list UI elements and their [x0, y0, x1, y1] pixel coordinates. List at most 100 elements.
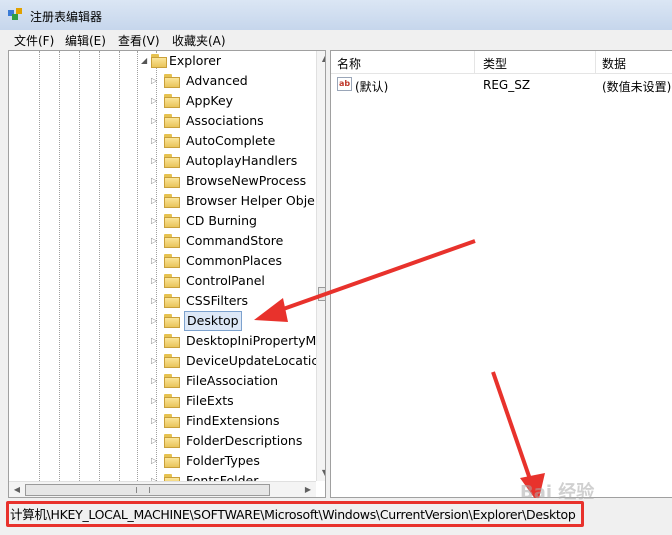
tree-item-cd-burning[interactable]: ▷ CD Burning	[9, 211, 316, 231]
folder-icon	[164, 314, 182, 328]
values-list[interactable]: 名称 类型 数据 ab (默认) REG_SZ (数值未设置)	[330, 50, 672, 498]
scroll-right-icon[interactable]: ▶	[300, 482, 316, 497]
list-header: 名称 类型 数据	[331, 51, 672, 74]
tree-item-label: FileExts	[186, 393, 234, 408]
tree-item-cssfilters[interactable]: ▷ CSSFilters	[9, 291, 316, 311]
expand-icon[interactable]: ▷	[151, 231, 160, 251]
tree-item-autoplayhandlers[interactable]: ▷ AutoplayHandlers	[9, 151, 316, 171]
expand-icon[interactable]: ▷	[151, 351, 160, 371]
expand-icon[interactable]: ▷	[151, 451, 160, 471]
tree-item-label: FindExtensions	[186, 413, 280, 428]
tree-item-browser-helper-obje[interactable]: ▷ Browser Helper Obje	[9, 191, 316, 211]
expand-icon[interactable]: ▷	[151, 291, 160, 311]
expand-icon[interactable]: ▷	[151, 391, 160, 411]
expand-icon[interactable]: ▷	[151, 71, 160, 91]
registry-tree[interactable]: ◢ Explorer ▷ Advanced ▷ AppKey ▷ Associations ▷ A…	[8, 50, 326, 498]
folder-icon	[164, 174, 182, 188]
folder-icon	[164, 74, 182, 88]
tree-item-commandstore[interactable]: ▷ CommandStore	[9, 231, 316, 251]
tree-item-findextensions[interactable]: ▷ FindExtensions	[9, 411, 316, 431]
folder-icon	[164, 414, 182, 428]
value-row-default[interactable]: ab (默认) REG_SZ (数值未设置)	[331, 77, 672, 95]
column-name[interactable]: 名称	[337, 55, 361, 72]
folder-icon	[164, 94, 182, 108]
scroll-up-icon[interactable]: ▲	[317, 51, 325, 67]
tree-item-autocomplete[interactable]: ▷ AutoComplete	[9, 131, 316, 151]
expand-icon[interactable]: ▷	[151, 131, 160, 151]
tree-horizontal-scrollbar[interactable]: ◀ ▶	[9, 481, 316, 497]
folder-icon	[164, 194, 182, 208]
tree-item-desktopinipropertym[interactable]: ▷ DesktopIniPropertyM	[9, 331, 316, 351]
expand-icon[interactable]: ▷	[151, 411, 160, 431]
folder-icon	[164, 454, 182, 468]
string-value-icon: ab	[337, 77, 352, 91]
tree-item-label: Explorer	[169, 53, 222, 68]
tree-item-browsenewprocess[interactable]: ▷ BrowseNewProcess	[9, 171, 316, 191]
folder-icon	[164, 254, 182, 268]
tree-item-label: CD Burning	[186, 213, 257, 228]
tree-item-fileexts[interactable]: ▷ FileExts	[9, 391, 316, 411]
registry-editor-icon	[8, 8, 22, 20]
tree-item-desktop[interactable]: ▷ Desktop	[9, 311, 316, 331]
expand-icon[interactable]: ▷	[151, 211, 160, 231]
tree-item-label: ControlPanel	[186, 273, 265, 288]
tree-item-fileassociation[interactable]: ▷ FileAssociation	[9, 371, 316, 391]
tree-item-label: CommonPlaces	[186, 253, 283, 268]
tree-item-label: AppKey	[186, 93, 234, 108]
menu-file[interactable]: 文件(F)	[14, 32, 54, 49]
menu-bar: 文件(F) 编辑(E) 查看(V) 收藏夹(A)	[0, 30, 672, 48]
tree-item-label: FileAssociation	[186, 373, 279, 388]
folder-icon	[164, 214, 182, 228]
tree-item-label: FolderTypes	[186, 453, 260, 468]
tree-vertical-scrollbar[interactable]: ▲ ▼	[316, 51, 325, 481]
expand-icon[interactable]: ▷	[151, 331, 160, 351]
folder-icon	[164, 234, 182, 248]
column-data[interactable]: 数据	[602, 55, 626, 72]
tree-item-label: Advanced	[186, 73, 248, 88]
expand-icon[interactable]: ▷	[151, 111, 160, 131]
horizontal-scroll-thumb[interactable]	[25, 484, 270, 496]
tree-item-folderdescriptions[interactable]: ▷ FolderDescriptions	[9, 431, 316, 451]
tree-item-explorer[interactable]: ◢ Explorer	[9, 51, 316, 71]
folder-icon	[164, 354, 182, 368]
scroll-left-icon[interactable]: ◀	[9, 482, 25, 497]
tree-item-appkey[interactable]: ▷ AppKey	[9, 91, 316, 111]
tree-item-foldertypes[interactable]: ▷ FolderTypes	[9, 451, 316, 471]
scroll-down-icon[interactable]: ▼	[317, 465, 325, 481]
expand-icon[interactable]: ▷	[151, 91, 160, 111]
expand-icon[interactable]: ▷	[151, 271, 160, 291]
scroll-thumb[interactable]	[318, 287, 325, 301]
tree-item-label: AutoComplete	[186, 133, 276, 148]
tree-item-commonplaces[interactable]: ▷ CommonPlaces	[9, 251, 316, 271]
folder-icon	[164, 294, 182, 308]
column-type[interactable]: 类型	[483, 55, 507, 72]
tree-item-label: FolderDescriptions	[186, 433, 303, 448]
tree-item-label: Associations	[186, 113, 264, 128]
value-type: REG_SZ	[483, 78, 531, 92]
folder-icon	[164, 394, 182, 408]
collapse-icon[interactable]: ◢	[141, 51, 147, 71]
tree-item-controlpanel[interactable]: ▷ ControlPanel	[9, 271, 316, 291]
expand-icon[interactable]: ▷	[151, 151, 160, 171]
tree-item-deviceupdatelocatic[interactable]: ▷ DeviceUpdateLocatic	[9, 351, 318, 371]
value-name: (默认)	[355, 80, 389, 94]
folder-icon	[164, 374, 182, 388]
tree-item-advanced[interactable]: ▷ Advanced	[9, 71, 316, 91]
watermark-logo: Bai 经验	[520, 482, 595, 503]
tree-item-label: DeviceUpdateLocatic	[186, 353, 319, 368]
expand-icon[interactable]: ▷	[151, 431, 160, 451]
tree-item-label: AutoplayHandlers	[186, 153, 298, 168]
menu-favorites[interactable]: 收藏夹(A)	[172, 32, 226, 49]
folder-icon	[164, 274, 182, 288]
tree-item-associations[interactable]: ▷ Associations	[9, 111, 316, 131]
menu-view[interactable]: 查看(V)	[118, 32, 160, 49]
expand-icon[interactable]: ▷	[151, 371, 160, 391]
expand-icon[interactable]: ▷	[151, 191, 160, 211]
folder-icon	[164, 114, 182, 128]
expand-icon[interactable]: ▷	[151, 251, 160, 271]
expand-icon[interactable]: ▷	[151, 171, 160, 191]
tree-item-label: CommandStore	[186, 233, 284, 248]
folder-icon	[164, 334, 182, 348]
expand-icon[interactable]: ▷	[151, 311, 160, 331]
menu-edit[interactable]: 编辑(E)	[65, 32, 106, 49]
